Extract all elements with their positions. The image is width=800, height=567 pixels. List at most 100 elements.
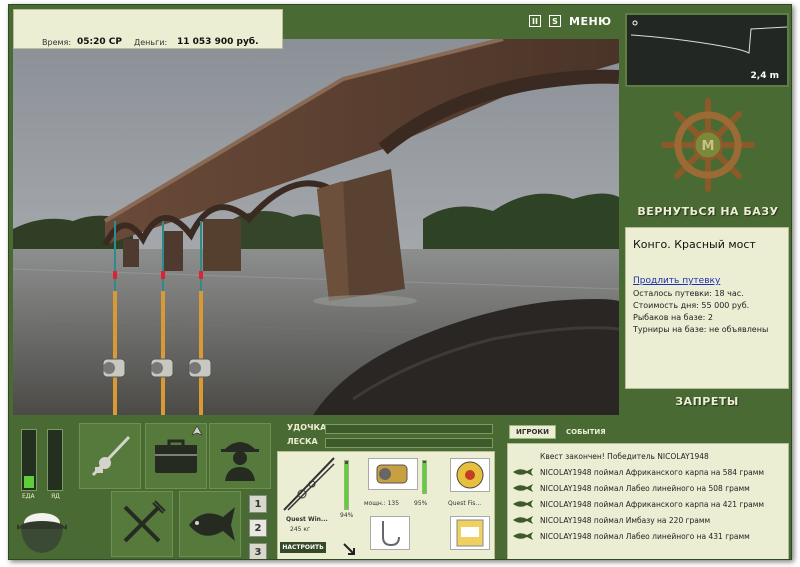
rod-tension-bar xyxy=(325,424,493,434)
fisherman-icon xyxy=(221,442,259,481)
event-text: NICOLAY1948 поймал Лабео линейного на 50… xyxy=(540,483,750,493)
fisherman-tile[interactable] xyxy=(209,423,271,489)
rod-tension-label: УДОЧКА xyxy=(287,423,327,432)
tab-players[interactable]: ИГРОКИ xyxy=(509,425,556,439)
money-value: 11 053 900 руб. xyxy=(177,37,259,47)
equipment-panel: Quest Win... 245 кг 94% мощн.: 135 95% Q… xyxy=(277,451,495,559)
fish-icon xyxy=(513,484,533,492)
pause-button[interactable]: II xyxy=(529,15,541,27)
bait-pack-icon xyxy=(456,519,484,547)
events-list: Квест закончен! Победитель NICOLAY1948 N… xyxy=(507,443,789,559)
list-item: NICOLAY1948 поймал Лабео линейного на 50… xyxy=(512,480,784,496)
rod-tile[interactable] xyxy=(79,423,141,489)
page-button-3[interactable]: 3 xyxy=(249,543,267,559)
status-bar: Время: 05:20 СР Деньги: 11 053 900 руб. xyxy=(13,9,283,49)
event-text: Квест закончен! Победитель NICOLAY1948 xyxy=(540,451,709,461)
s-button[interactable]: S xyxy=(549,15,561,27)
rod-slot[interactable]: Quest Win... 245 кг xyxy=(280,454,338,540)
menu-label: МЕНЮ xyxy=(569,14,612,28)
rod-1[interactable] xyxy=(102,221,126,415)
rod-durability: 94% xyxy=(340,512,354,519)
day-cost: Стоимость дня: 55 000 руб. xyxy=(633,301,750,310)
events-panel: ИГРОКИ СОБЫТИЯ Квест закончен! Победител… xyxy=(499,421,789,559)
reel-durability-bar xyxy=(422,460,427,494)
line-tension-row: ЛЕСКА xyxy=(279,437,495,449)
location-info-panel: Конго. Красный мост Продлить путевку Ост… xyxy=(625,227,789,389)
rod-tension-row: УДОЧКА xyxy=(279,423,495,435)
event-text: NICOLAY1948 поймал Лабео линейного на 43… xyxy=(540,531,750,541)
event-text: NICOLAY1948 поймал Имбазу на 220 грамм xyxy=(540,515,711,525)
depth-sounder: 2,4 m xyxy=(625,13,789,87)
hook-slot[interactable] xyxy=(370,516,410,550)
rod-name: Quest Win... xyxy=(286,516,328,523)
event-text: NICOLAY1948 поймал Африканского карпа на… xyxy=(540,499,765,509)
rod-durability-bar xyxy=(344,460,349,510)
tension-bars: УДОЧКА ЛЕСКА xyxy=(279,421,495,451)
line-slot[interactable] xyxy=(450,458,490,492)
return-to-base-label[interactable]: ВЕРНУТЬСЯ НА БАЗУ xyxy=(623,205,791,218)
reel-icon xyxy=(376,464,408,484)
game-window: Время: 05:20 СР Деньги: 11 053 900 руб. … xyxy=(8,4,792,560)
reel-power: мощн.: 135 xyxy=(364,500,400,507)
food-meter xyxy=(21,429,37,491)
line-spool-icon xyxy=(456,461,484,489)
return-to-base[interactable]: M ВЕРНУТЬСЯ НА БАЗУ xyxy=(623,93,791,223)
time-value: 05:20 СР xyxy=(77,37,122,47)
fish-icon xyxy=(513,500,533,508)
knife-fork-icon xyxy=(123,500,166,543)
page-button-2[interactable]: 2 xyxy=(249,519,267,537)
food-tile[interactable] xyxy=(111,491,173,557)
tackle-box-tile[interactable] xyxy=(145,423,207,489)
list-item: NICOLAY1948 поймал Африканского карпа на… xyxy=(512,496,784,512)
fish-icon xyxy=(513,532,533,540)
fish-icon xyxy=(513,516,533,524)
line-tension-label: ЛЕСКА xyxy=(287,437,318,446)
extend-permit-link[interactable]: Продлить путевку xyxy=(633,276,781,286)
menu-button[interactable]: МЕНЮ xyxy=(569,15,612,28)
money-label: Деньги: xyxy=(134,38,168,47)
fishing-rods[interactable] xyxy=(95,221,235,415)
fish-icon xyxy=(513,468,533,476)
anglers-on-base: Рыбаков на базе: 2 xyxy=(633,313,713,322)
bait-slot[interactable] xyxy=(450,516,490,550)
poison-label: ЯД xyxy=(51,493,60,500)
ship-wheel-icon: M xyxy=(661,98,755,192)
poison-meter xyxy=(47,429,63,491)
list-item: Квест закончен! Победитель NICOLAY1948 xyxy=(512,448,784,464)
reel-durability: 95% xyxy=(414,500,428,507)
tackle-box-icon xyxy=(155,439,197,473)
pot-icon[interactable] xyxy=(15,505,69,557)
food-meter-fill xyxy=(24,476,34,488)
event-text: NICOLAY1948 поймал Африканского карпа на… xyxy=(540,467,765,477)
line-tension-bar xyxy=(325,438,493,448)
tournaments-on-base: Турниры на базе: не объявлены xyxy=(633,325,769,334)
reel-slot[interactable] xyxy=(368,458,418,490)
permit-remaining: Осталось путевки: 18 час. xyxy=(633,289,744,298)
status-meters: ЕДА ЯД xyxy=(15,429,69,500)
fish-tile[interactable] xyxy=(179,491,241,557)
hook-icon xyxy=(382,521,400,547)
rod-reel-icon xyxy=(91,435,131,477)
page-button-1[interactable]: 1 xyxy=(249,495,267,513)
cursor-arrow-icon xyxy=(192,426,202,436)
time-label: Время: xyxy=(42,38,72,47)
rod-icon xyxy=(283,457,335,511)
fishing-scene[interactable] xyxy=(13,39,619,415)
events-tabs: ИГРОКИ СОБЫТИЯ xyxy=(509,425,612,439)
svg-text:M: M xyxy=(702,139,715,154)
resize-arrow-icon[interactable] xyxy=(342,542,356,556)
fish-icon xyxy=(189,507,235,541)
line-name: Quest Fis... xyxy=(448,500,482,507)
setup-button[interactable]: НАСТРОИТЬ xyxy=(280,542,326,553)
rod-2[interactable] xyxy=(150,221,174,415)
food-label: ЕДА xyxy=(22,493,35,500)
rod-3[interactable] xyxy=(188,221,212,415)
top-toolbar: II S МЕНЮ xyxy=(529,13,612,29)
list-item: NICOLAY1948 поймал Африканского карпа на… xyxy=(512,464,784,480)
rod-weight: 245 кг xyxy=(290,526,311,533)
tab-events[interactable]: СОБЫТИЯ xyxy=(560,426,612,438)
depth-value: 2,4 m xyxy=(750,71,779,81)
list-item: NICOLAY1948 поймал Лабео линейного на 43… xyxy=(512,528,784,544)
list-item: NICOLAY1948 поймал Имбазу на 220 грамм xyxy=(512,512,784,528)
bans-button[interactable]: ЗАПРЕТЫ xyxy=(625,395,789,408)
